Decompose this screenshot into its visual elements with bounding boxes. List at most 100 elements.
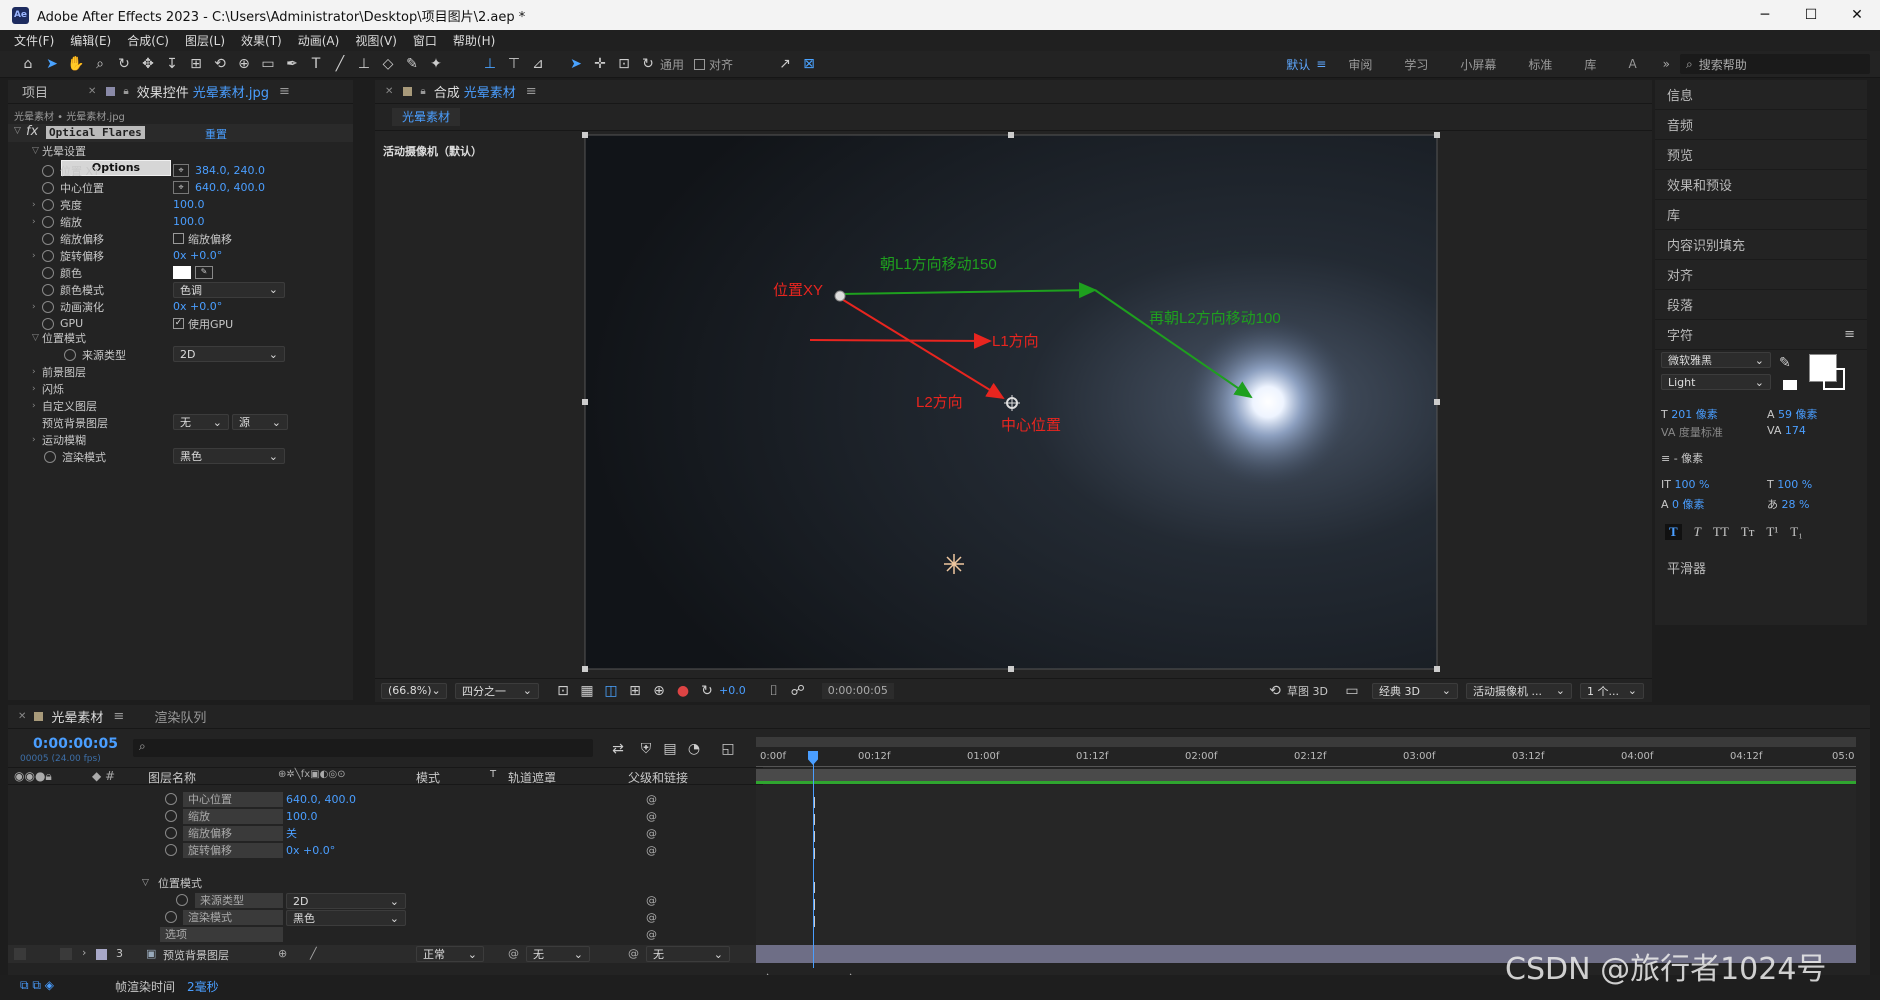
menu-help[interactable]: 帮助(H) xyxy=(445,32,503,49)
group-flare-settings[interactable]: 光晕设置 xyxy=(42,143,86,159)
render-mode-select[interactable]: 黑色 ⌄ xyxy=(173,448,285,464)
snap-rotate-icon[interactable]: ↻ xyxy=(638,54,658,74)
close-button[interactable]: ✕ xyxy=(1834,0,1880,30)
stopwatch-icon[interactable] xyxy=(176,894,188,906)
help-search-box[interactable]: ⌕ 搜索帮助 xyxy=(1680,54,1870,74)
lock-toggle[interactable] xyxy=(60,948,72,960)
tab-effect-item[interactable]: 光晕素材.jpg xyxy=(193,82,269,101)
draft-3d-label[interactable]: 草图 3D xyxy=(1287,683,1328,699)
menu-file[interactable]: 文件(F) xyxy=(0,32,62,49)
motion-blur-icon[interactable]: ◔ xyxy=(684,739,704,759)
color-swatch[interactable] xyxy=(173,266,191,279)
font-family-select[interactable]: 微软雅黑 ⌄ xyxy=(1661,352,1771,368)
preview-src-select[interactable]: 源 ⌄ xyxy=(232,414,288,430)
stopwatch-icon[interactable] xyxy=(42,300,54,313)
kerning-value[interactable]: 度量标准 xyxy=(1679,426,1723,439)
track-matte-pick-icon[interactable]: @ xyxy=(508,947,519,960)
effect-prop-row[interactable]: 颜色 xyxy=(32,264,82,281)
effect-checkbox[interactable]: ✓ xyxy=(173,318,184,329)
workspace-overflow-icon[interactable]: » xyxy=(1663,57,1670,71)
stopwatch-icon[interactable] xyxy=(44,450,56,463)
anchor-tool-icon[interactable]: ⊕ xyxy=(234,54,254,74)
layer-label-color[interactable] xyxy=(96,949,107,960)
zoom-tool-icon[interactable]: ⌕ xyxy=(90,54,110,74)
tl-prop-row[interactable]: 缩放 100.0 @ xyxy=(8,808,763,825)
workspace-learn[interactable]: 学习 xyxy=(1388,56,1444,73)
group-custom-layer[interactable]: 自定义图层 xyxy=(42,398,97,414)
effect-prop-value[interactable]: 640.0, 400.0 xyxy=(195,181,265,194)
color-channels-icon[interactable]: ● xyxy=(673,681,693,701)
region-icon[interactable]: ⊡ xyxy=(553,681,573,701)
col-track-matte[interactable]: 轨道遮罩 xyxy=(508,769,556,786)
smoother-panel-title[interactable]: 平滑器 xyxy=(1667,558,1706,577)
stopwatch-icon[interactable] xyxy=(42,317,54,330)
subscript-button[interactable]: T₁ xyxy=(1790,524,1802,540)
draft-3d-icon[interactable]: ⟲ xyxy=(1265,681,1285,701)
close-icon[interactable]: ✕ xyxy=(18,711,26,722)
color-mode-select[interactable]: 色调 ⌄ xyxy=(173,281,285,298)
panel-menu-icon[interactable]: ≡ xyxy=(1844,327,1855,342)
snap-scale-icon[interactable]: ⊡ xyxy=(614,54,634,74)
reset-exposure-icon[interactable]: ↻ xyxy=(697,681,717,701)
pan-behind-icon[interactable]: ⊞ xyxy=(186,54,206,74)
faux-italic-button[interactable]: T xyxy=(1694,524,1701,540)
right-panel-item[interactable]: 效果和预设 xyxy=(1655,170,1867,200)
workspace-library[interactable]: 库 xyxy=(1568,56,1612,73)
panel-menu-icon[interactable]: ≡ xyxy=(113,709,124,724)
group-motion-blur[interactable]: 运动模糊 xyxy=(42,432,86,448)
font-size-value[interactable]: 201 像素 xyxy=(1671,408,1718,421)
right-panel-item[interactable]: 内容识别填充 xyxy=(1655,230,1867,260)
roto-brush-icon[interactable]: ✎ xyxy=(402,54,422,74)
quality-switch-icon[interactable]: ╱ xyxy=(310,947,317,960)
superscript-button[interactable]: T¹ xyxy=(1766,524,1778,540)
effect-prop-value[interactable]: 0x +0.0° xyxy=(173,300,222,313)
shy-layers-icon[interactable]: ⛨ xyxy=(636,739,656,759)
effect-name[interactable]: Optical Flares xyxy=(46,126,145,139)
tl-prop-row[interactable]: 旋转偏移 0x +0.0° @ xyxy=(8,842,763,859)
effect-prop-row[interactable]: 中心位置 xyxy=(32,179,104,196)
axis-local-icon[interactable]: ⊥ xyxy=(480,54,500,74)
pick-whip-icon[interactable]: @ xyxy=(646,909,657,926)
layer-duration-bar[interactable] xyxy=(756,769,1856,781)
stroke-color-swatch[interactable] xyxy=(1823,368,1845,390)
dolly-camera-icon[interactable]: ↧ xyxy=(162,54,182,74)
source-type-select[interactable]: 2D ⌄ xyxy=(173,346,285,362)
menu-edit[interactable]: 编辑(E) xyxy=(62,32,119,49)
horizontal-scale-value[interactable]: 100 % xyxy=(1777,478,1812,491)
axis-world-icon[interactable]: ⊤ xyxy=(504,54,524,74)
rectangle-tool-icon[interactable]: ▭ xyxy=(258,54,278,74)
eraser-tool-icon[interactable]: ◇ xyxy=(378,54,398,74)
maximize-button[interactable]: ☐ xyxy=(1788,0,1834,30)
pick-whip-icon[interactable]: @ xyxy=(646,892,657,909)
menu-composition[interactable]: 合成(C) xyxy=(119,32,177,49)
col-mode[interactable]: 模式 xyxy=(416,769,440,786)
tl-position-mode[interactable]: 位置模式 xyxy=(158,875,202,892)
tl-prop-value[interactable]: 关 xyxy=(286,825,297,842)
group-foreground[interactable]: 前景图层 xyxy=(42,364,86,380)
stopwatch-icon[interactable] xyxy=(42,215,54,228)
comp-timecode[interactable]: 0:00:00:05 xyxy=(821,682,894,699)
character-panel-title[interactable]: 字符 xyxy=(1667,325,1693,344)
orbit-camera-icon[interactable]: ↻ xyxy=(114,54,134,74)
effect-prop-row[interactable]: › 亮度 xyxy=(32,196,82,213)
work-area-bar[interactable] xyxy=(756,737,1856,747)
stopwatch-icon[interactable] xyxy=(64,348,76,361)
right-panel-item[interactable]: 库 xyxy=(1655,200,1867,230)
effect-prop-row[interactable]: 缩放偏移 xyxy=(32,230,104,247)
right-panel-item[interactable]: 段落 xyxy=(1655,290,1867,320)
tl-source-type-select[interactable]: 2D ⌄ xyxy=(286,893,406,909)
tl-prop-value[interactable]: 100.0 xyxy=(286,808,318,825)
layer-name[interactable]: 预览背景图层 xyxy=(163,947,229,963)
stopwatch-icon[interactable] xyxy=(42,181,54,194)
zoom-select[interactable]: (66.8%) ⌄ xyxy=(381,682,447,699)
workspace-standard[interactable]: 标准 xyxy=(1512,56,1568,73)
color-default-icon[interactable] xyxy=(1783,380,1797,390)
tl-prop-row[interactable]: 中心位置 640.0, 400.0 @ xyxy=(8,791,763,808)
tl-render-mode-select[interactable]: 黑色 ⌄ xyxy=(286,910,406,926)
current-timecode[interactable]: 0:00:00:05 xyxy=(33,736,118,752)
workspace-review[interactable]: 审阅 xyxy=(1332,56,1388,73)
vertical-scale-value[interactable]: 100 % xyxy=(1674,478,1709,491)
views-select[interactable]: 1 个... ⌄ xyxy=(1580,682,1644,699)
effect-prop-row[interactable]: › 缩放 xyxy=(32,213,82,230)
close-icon[interactable]: ✕ xyxy=(88,86,96,97)
